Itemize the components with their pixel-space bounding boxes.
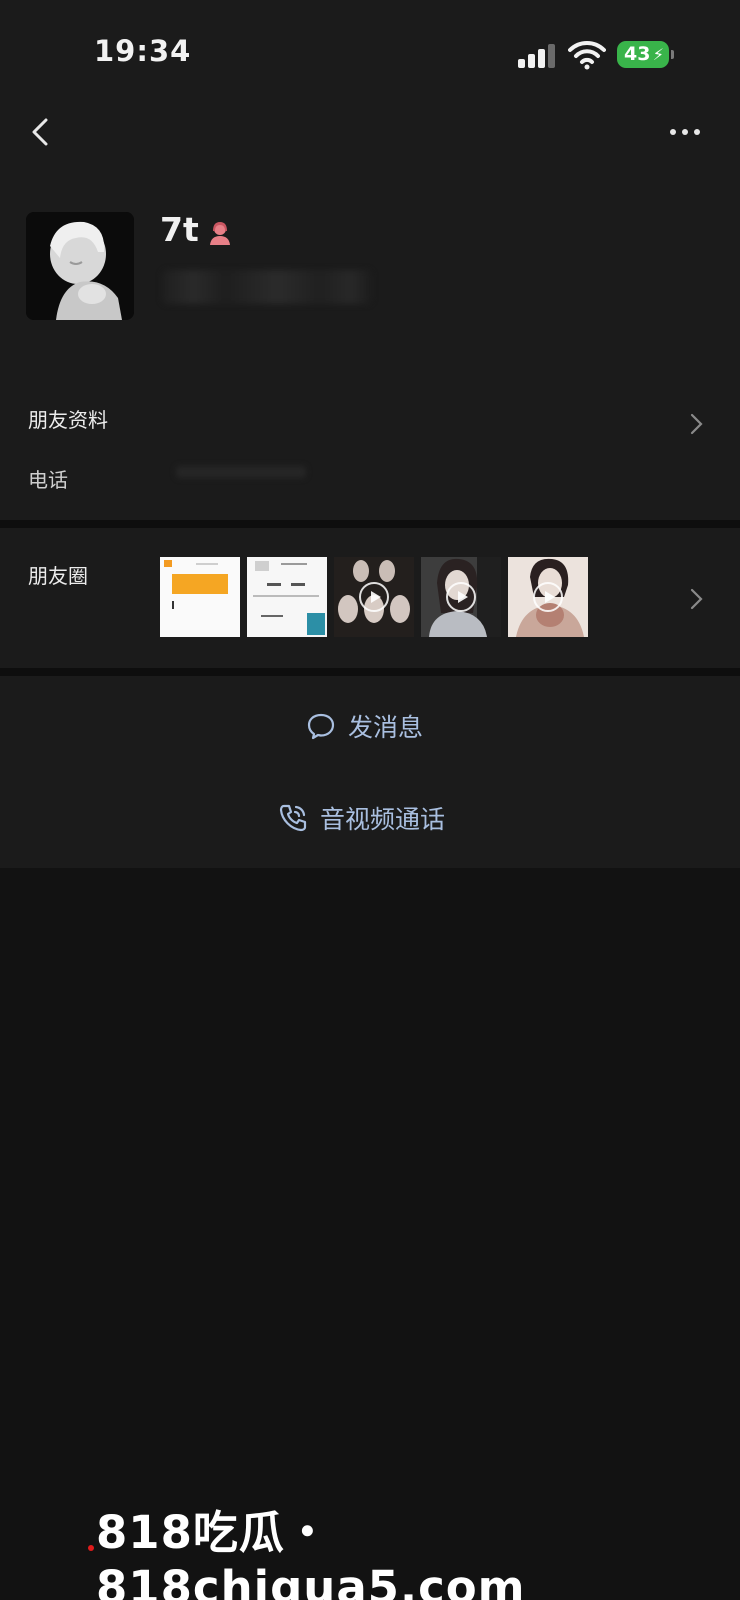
section-divider	[0, 668, 740, 676]
female-user-icon	[210, 222, 230, 245]
signal-icon	[518, 42, 558, 68]
play-icon	[533, 582, 563, 612]
moments-thumbnail[interactable]	[160, 557, 240, 637]
contact-name: 7t	[160, 210, 199, 249]
voice-video-call-label: 音视频通话	[320, 805, 446, 834]
chevron-right-icon[interactable]	[689, 411, 705, 437]
more-options-button[interactable]	[670, 115, 710, 149]
more-dot	[670, 129, 676, 135]
watermark-text: 818吃瓜・818chigua5.com	[96, 1506, 526, 1600]
send-message-button[interactable]: 发消息	[306, 708, 423, 744]
battery-cap	[671, 50, 674, 59]
phone-label: 电话	[28, 468, 68, 492]
avatar[interactable]	[26, 212, 134, 320]
moments-video-thumbnail[interactable]	[421, 557, 501, 637]
moments-label[interactable]: 朋友圈	[28, 560, 88, 589]
watermark-dot	[88, 1545, 94, 1551]
thumbnail-image	[247, 557, 327, 637]
friend-profile-label[interactable]: 朋友资料	[28, 404, 108, 433]
play-icon	[359, 582, 389, 612]
status-bar: 19:34 43 ⚡	[0, 0, 740, 100]
status-time: 19:34	[94, 34, 192, 68]
phone-number-redacted	[176, 466, 306, 478]
phone-call-icon	[279, 804, 307, 832]
thumbnail-image	[160, 557, 240, 637]
avatar-image	[26, 212, 134, 320]
moments-video-thumbnail[interactable]	[334, 557, 414, 637]
back-button[interactable]	[22, 112, 62, 152]
more-dot	[694, 129, 700, 135]
section-divider	[0, 520, 740, 528]
send-message-label: 发消息	[348, 713, 424, 742]
moments-thumbnail[interactable]	[247, 557, 327, 637]
chevron-right-icon[interactable]	[689, 586, 705, 612]
chat-bubble-icon	[307, 713, 335, 740]
more-dot	[682, 129, 688, 135]
moments-video-thumbnail[interactable]	[508, 557, 588, 637]
wifi-icon	[568, 40, 606, 70]
charging-bolt-icon: ⚡	[652, 45, 664, 64]
play-icon	[446, 582, 476, 612]
wechat-id-redacted	[162, 270, 372, 304]
contact-profile-screen: 19:34 43 ⚡ 7t 朋友资料 电话 朋友圈 发消息 音视频通话 818吃…	[0, 0, 740, 1600]
voice-video-call-button[interactable]: 音视频通话	[278, 800, 445, 836]
battery-icon: 43 ⚡	[617, 41, 669, 68]
battery-level: 43	[624, 43, 651, 65]
